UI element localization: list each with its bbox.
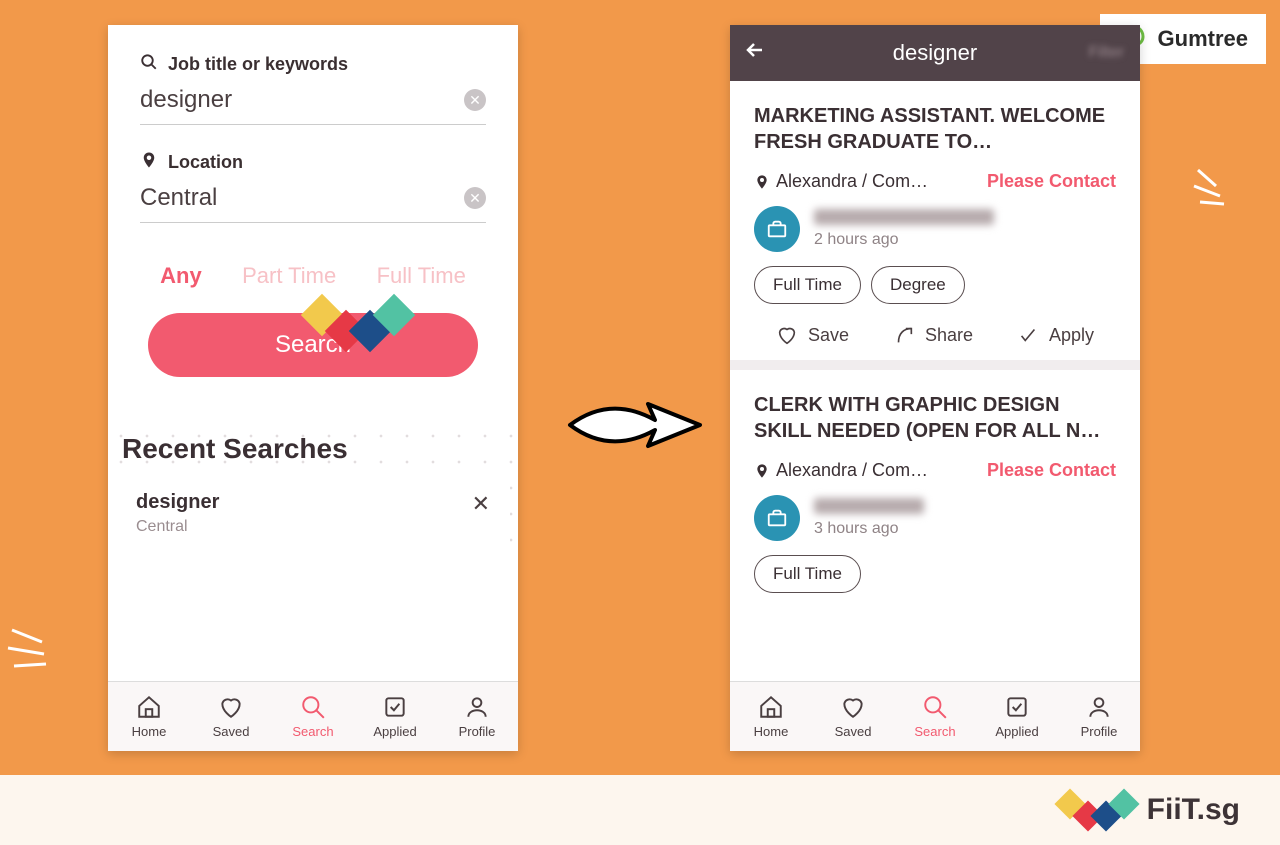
- tag-pill: Degree: [871, 266, 965, 304]
- keywords-label: Job title or keywords: [140, 53, 486, 76]
- share-icon: [893, 324, 915, 346]
- tab-saved[interactable]: Saved: [190, 682, 272, 751]
- tab-profile[interactable]: Profile: [1058, 682, 1140, 751]
- fiit-diamond-overlay: [310, 308, 406, 338]
- location-pin-icon: [140, 151, 158, 174]
- tab-bar: Home Saved Search Applied Profile: [108, 681, 518, 751]
- remove-recent-button[interactable]: ✕: [472, 491, 490, 517]
- sparkle-decoration: [1180, 160, 1240, 220]
- job-title: MARKETING ASSISTANT. WELCOME FRESH GRADU…: [754, 103, 1116, 155]
- search-icon: [140, 53, 158, 76]
- tab-home[interactable]: Home: [108, 682, 190, 751]
- check-icon: [1017, 324, 1039, 346]
- tab-search[interactable]: Search: [272, 682, 354, 751]
- keywords-input[interactable]: designer ✕: [140, 86, 486, 125]
- fiit-logo: FiiT.sg: [1061, 793, 1240, 827]
- briefcase-icon: [766, 507, 788, 529]
- tab-profile[interactable]: Profile: [436, 682, 518, 751]
- recent-search-item[interactable]: designer Central ✕: [116, 475, 510, 542]
- tab-bar: Home Saved Search Applied Profile: [730, 681, 1140, 751]
- tab-saved[interactable]: Saved: [812, 682, 894, 751]
- jobtype-any[interactable]: Any: [160, 263, 202, 289]
- heart-icon: [776, 324, 798, 346]
- job-card[interactable]: CLERK WITH GRAPHIC DESIGN SKILL NEEDED (…: [730, 370, 1140, 621]
- stage: Gumtree Job title or keywords designer ✕…: [0, 0, 1280, 845]
- gumtree-label: Gumtree: [1158, 26, 1248, 52]
- recent-term: designer: [136, 491, 219, 514]
- fiit-brand-text: FiiT.sg: [1147, 793, 1240, 827]
- job-location: Alexandra / Com…: [754, 171, 928, 192]
- jobtype-full-time[interactable]: Full Time: [377, 263, 466, 289]
- location-pin-icon: [754, 172, 770, 192]
- tag-pill: Full Time: [754, 266, 861, 304]
- poster-avatar: [754, 495, 800, 541]
- jobtype-part-time[interactable]: Part Time: [242, 263, 336, 289]
- tag-pill: Full Time: [754, 555, 861, 593]
- results-screen: designer Filter MARKETING ASSISTANT. WEL…: [730, 25, 1140, 751]
- location-pin-icon: [754, 461, 770, 481]
- contact-label: Please Contact: [987, 460, 1116, 481]
- tab-applied[interactable]: Applied: [976, 682, 1058, 751]
- contact-label: Please Contact: [987, 171, 1116, 192]
- location-value: Central: [140, 184, 217, 212]
- clear-location-button[interactable]: ✕: [464, 187, 486, 209]
- footer: FiiT.sg: [0, 775, 1280, 845]
- tab-search[interactable]: Search: [894, 682, 976, 751]
- location-label: Location: [140, 151, 486, 174]
- fiit-diamond-icon: [1061, 799, 1133, 821]
- save-action[interactable]: Save: [776, 324, 849, 346]
- poster-name-blurred: [814, 209, 994, 225]
- job-location: Alexandra / Com…: [754, 460, 928, 481]
- results-header: designer Filter: [730, 25, 1140, 81]
- apply-action[interactable]: Apply: [1017, 324, 1094, 346]
- flow-arrow-icon: [560, 380, 710, 470]
- tab-applied[interactable]: Applied: [354, 682, 436, 751]
- results-title: designer: [893, 40, 977, 66]
- sparkle-decoration: [2, 610, 72, 680]
- poster-name-blurred: [814, 498, 924, 514]
- posted-time: 3 hours ago: [814, 520, 924, 538]
- tab-home[interactable]: Home: [730, 682, 812, 751]
- recent-location: Central: [136, 518, 219, 536]
- keywords-value: designer: [140, 86, 232, 114]
- back-button[interactable]: [744, 38, 768, 68]
- location-input[interactable]: Central ✕: [140, 184, 486, 223]
- share-action[interactable]: Share: [893, 324, 973, 346]
- search-screen: Job title or keywords designer ✕ Locatio…: [108, 25, 518, 751]
- posted-time: 2 hours ago: [814, 231, 994, 249]
- briefcase-icon: [766, 218, 788, 240]
- clear-keywords-button[interactable]: ✕: [464, 89, 486, 111]
- filter-button-blurred[interactable]: Filter: [1088, 44, 1124, 62]
- job-title: CLERK WITH GRAPHIC DESIGN SKILL NEEDED (…: [754, 392, 1116, 444]
- recent-searches-header: Recent Searches: [116, 423, 510, 475]
- poster-avatar: [754, 206, 800, 252]
- job-card[interactable]: MARKETING ASSISTANT. WELCOME FRESH GRADU…: [730, 81, 1140, 370]
